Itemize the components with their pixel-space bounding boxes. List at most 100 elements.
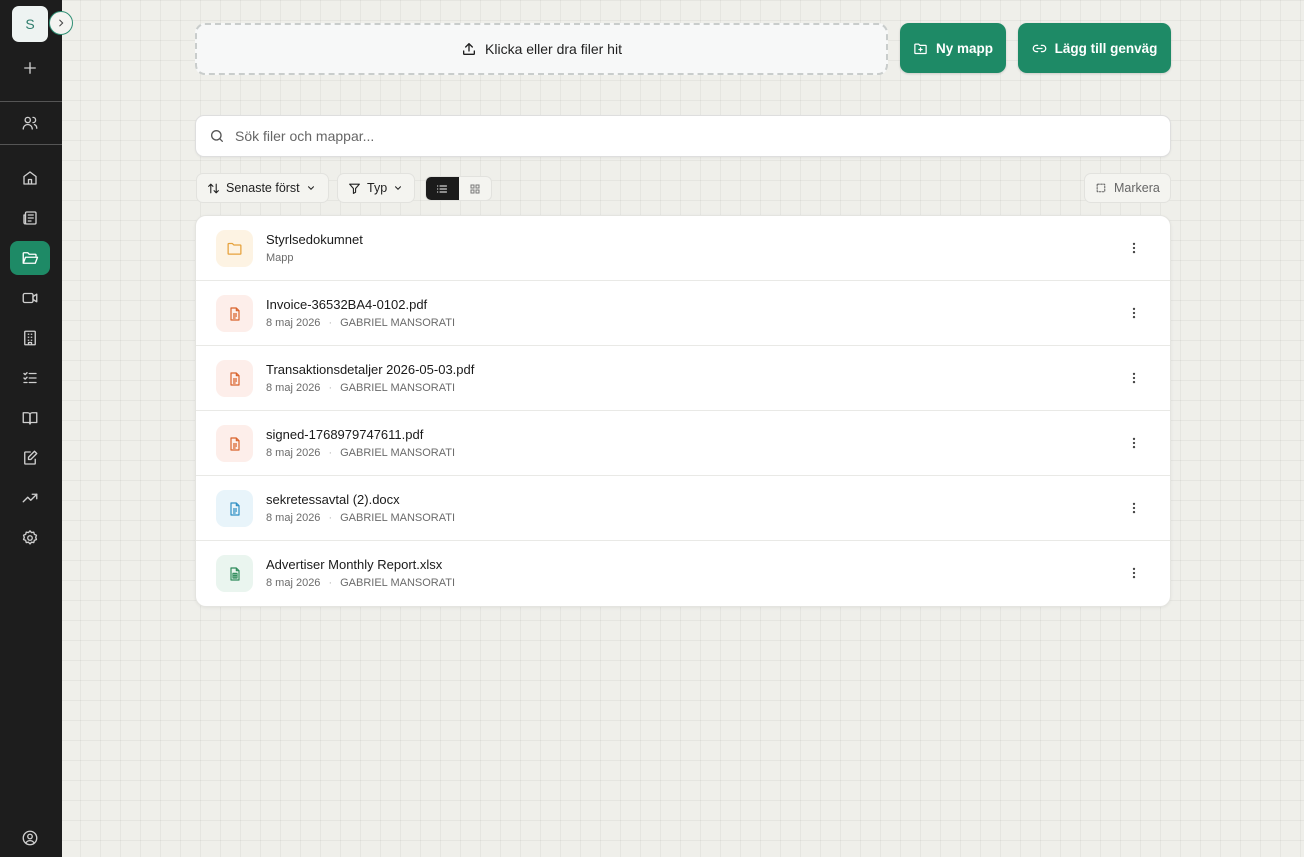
file-owner: GABRIEL MANSORATI bbox=[340, 577, 456, 589]
file-name: Transaktionsdetaljer 2026-05-03.pdf bbox=[266, 362, 475, 377]
grid-icon bbox=[470, 184, 480, 193]
upload-icon bbox=[463, 43, 476, 55]
meta-separator: · bbox=[328, 317, 333, 329]
list-icon bbox=[437, 184, 448, 193]
sort-dropdown[interactable]: Senaste först bbox=[196, 173, 329, 203]
chevron-down-icon bbox=[307, 186, 314, 190]
file-row[interactable]: Styrlsedokumnet Mapp bbox=[196, 216, 1170, 281]
more-vertical-icon bbox=[1132, 372, 1136, 384]
file-list: Styrlsedokumnet Mapp Invoice-36532BA4-01… bbox=[195, 215, 1171, 607]
file-meta: 8 maj 2026 · GABRIEL MANSORATI bbox=[266, 382, 455, 394]
more-options-button[interactable] bbox=[1122, 496, 1146, 520]
chevron-right-icon bbox=[59, 19, 64, 27]
new-folder-button[interactable]: Ny mapp bbox=[900, 23, 1006, 73]
more-vertical-icon bbox=[1132, 502, 1136, 514]
more-vertical-icon bbox=[1132, 567, 1136, 579]
upload-dropzone[interactable]: Klicka eller dra filer hit bbox=[195, 23, 888, 75]
pdf-file-icon bbox=[216, 425, 253, 462]
file-meta: 8 maj 2026 · GABRIEL MANSORATI bbox=[266, 317, 455, 329]
file-meta: Mapp bbox=[266, 252, 294, 264]
file-meta: 8 maj 2026 · GABRIEL MANSORATI bbox=[266, 577, 455, 589]
search-input[interactable] bbox=[235, 128, 1135, 144]
more-options-button[interactable] bbox=[1122, 366, 1146, 390]
file-date: 8 maj 2026 bbox=[266, 447, 321, 459]
select-mode-button[interactable]: Markera bbox=[1084, 173, 1171, 203]
meta-separator: · bbox=[328, 382, 333, 394]
home-icon[interactable] bbox=[10, 161, 50, 195]
upload-label: Klicka eller dra filer hit bbox=[485, 41, 622, 57]
checklist-icon[interactable] bbox=[10, 361, 50, 395]
pdf-file-icon bbox=[216, 360, 253, 397]
search-bar bbox=[195, 115, 1171, 157]
file-date: 8 maj 2026 bbox=[266, 317, 321, 329]
folder-plus-icon bbox=[914, 43, 927, 54]
workspace-avatar[interactable]: S bbox=[12, 6, 48, 42]
folder-open-icon[interactable] bbox=[10, 241, 50, 275]
file-name: Styrlsedokumnet bbox=[266, 232, 363, 247]
sort-icon bbox=[208, 183, 219, 193]
list-view-button[interactable] bbox=[426, 177, 459, 200]
more-options-button[interactable] bbox=[1122, 236, 1146, 260]
search-icon bbox=[211, 130, 223, 142]
building-icon[interactable] bbox=[10, 321, 50, 355]
docx-file-icon bbox=[216, 490, 253, 527]
meta-separator: · bbox=[328, 577, 333, 589]
sidebar-collapse-toggle[interactable] bbox=[49, 11, 73, 35]
file-name: Advertiser Monthly Report.xlsx bbox=[266, 557, 443, 572]
type-filter-dropdown[interactable]: Typ bbox=[337, 173, 415, 203]
settings-icon[interactable] bbox=[10, 521, 50, 555]
file-date: 8 maj 2026 bbox=[266, 512, 321, 524]
more-options-button[interactable] bbox=[1122, 561, 1146, 585]
sidebar: S bbox=[0, 0, 62, 857]
add-icon[interactable] bbox=[10, 51, 50, 85]
spreadsheet-file-icon bbox=[216, 555, 253, 592]
file-owner: GABRIEL MANSORATI bbox=[340, 382, 456, 394]
link-icon bbox=[1032, 44, 1046, 52]
users-icon[interactable] bbox=[10, 106, 50, 140]
file-row[interactable]: signed-1768979747611.pdf 8 maj 2026 · GABR… bbox=[196, 411, 1170, 476]
file-name: signed-1768979747611.pdf bbox=[266, 427, 424, 442]
file-row[interactable]: Transaktionsdetaljer 2026-05-03.pdf 8 ma… bbox=[196, 346, 1170, 411]
file-date: 8 maj 2026 bbox=[266, 577, 321, 589]
more-options-button[interactable] bbox=[1122, 431, 1146, 455]
sort-label: Senaste först bbox=[226, 181, 300, 195]
filter-icon bbox=[349, 183, 360, 194]
view-mode-toggle bbox=[425, 176, 492, 201]
edit-document-icon[interactable] bbox=[10, 441, 50, 475]
more-vertical-icon bbox=[1132, 437, 1136, 449]
trending-up-icon[interactable] bbox=[10, 481, 50, 515]
new-folder-label: Ny mapp bbox=[935, 40, 993, 56]
folder-icon bbox=[216, 230, 253, 267]
more-vertical-icon bbox=[1132, 242, 1136, 254]
file-name: Invoice-36532BA4-0102.pdf bbox=[266, 297, 428, 312]
user-circle-icon[interactable] bbox=[10, 821, 50, 855]
file-subtitle: Mapp bbox=[266, 252, 294, 264]
add-shortcut-button[interactable]: Lägg till genväg bbox=[1018, 23, 1171, 73]
file-row[interactable]: Advertiser Monthly Report.xlsx 8 maj 202… bbox=[196, 541, 1170, 606]
type-filter-label: Typ bbox=[367, 181, 388, 195]
file-meta: 8 maj 2026 · GABRIEL MANSORATI bbox=[266, 512, 455, 524]
file-name: sekretessavtal (2).docx bbox=[266, 492, 400, 507]
chevron-down-icon bbox=[395, 186, 402, 190]
file-owner: GABRIEL MANSORATI bbox=[340, 447, 456, 459]
file-row[interactable]: Invoice-36532BA4-0102.pdf 8 maj 2026 · GAB… bbox=[196, 281, 1170, 346]
file-owner: GABRIEL MANSORATI bbox=[340, 512, 456, 524]
pdf-file-icon bbox=[216, 295, 253, 332]
sidebar-divider bbox=[0, 144, 62, 145]
file-date: 8 maj 2026 bbox=[266, 382, 321, 394]
select-mode-label: Markera bbox=[1114, 181, 1160, 195]
meta-separator: · bbox=[328, 512, 333, 524]
more-vertical-icon bbox=[1132, 307, 1136, 319]
grid-view-button[interactable] bbox=[459, 177, 492, 200]
file-row[interactable]: sekretessavtal (2).docx 8 maj 2026 · GABRI… bbox=[196, 476, 1170, 541]
meta-separator: · bbox=[328, 447, 333, 459]
add-shortcut-label: Lägg till genväg bbox=[1054, 40, 1158, 56]
video-icon[interactable] bbox=[10, 281, 50, 315]
sidebar-divider bbox=[0, 101, 62, 102]
select-icon bbox=[1096, 183, 1106, 192]
more-options-button[interactable] bbox=[1122, 301, 1146, 325]
book-open-icon[interactable] bbox=[10, 401, 50, 435]
newspaper-icon[interactable] bbox=[10, 201, 50, 235]
file-meta: 8 maj 2026 · GABRIEL MANSORATI bbox=[266, 447, 455, 459]
file-owner: GABRIEL MANSORATI bbox=[340, 317, 456, 329]
